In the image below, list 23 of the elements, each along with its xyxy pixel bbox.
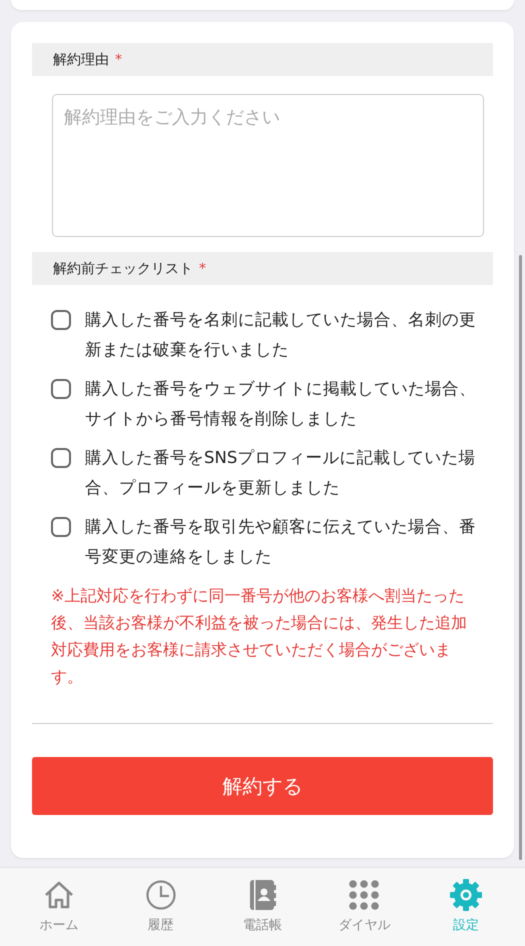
warning-note: ※上記対応を行わずに同一番号が他のお客様へ割当たった後、当該お客様が不利益を被った場合には、発生した追加対応費用をお客様に請求させていただく場合がございます。 bbox=[51, 585, 468, 688]
clock-icon bbox=[144, 878, 178, 912]
checklist-item-text: 購入した番号をウェブサイトに掲載していた場合、サイトから番号情報を削除しました bbox=[85, 378, 477, 430]
checkbox[interactable] bbox=[51, 310, 71, 330]
tab-bar-item[interactable]: 履歴 bbox=[120, 868, 201, 946]
checklist-item-text: 購入した番号をSNSプロフィールに記載していた場合、プロフィールを更新しました bbox=[85, 447, 476, 499]
tab-bar-item[interactable]: ダイヤル bbox=[324, 868, 404, 946]
tab-bar-item[interactable]: 電話帳 bbox=[222, 868, 302, 946]
required-mark: * bbox=[115, 52, 122, 68]
checkbox[interactable] bbox=[51, 379, 71, 399]
tab-bar-item[interactable]: ホーム bbox=[18, 868, 99, 946]
tab-bar-item[interactable]: 設定 bbox=[426, 868, 506, 946]
checkbox[interactable] bbox=[51, 448, 71, 468]
reason-input-field[interactable]: 解約理由をご入力ください bbox=[52, 94, 484, 237]
gear-icon bbox=[449, 878, 484, 912]
section-title: 解約前チェックリスト bbox=[53, 260, 193, 278]
required-mark: * bbox=[199, 260, 206, 276]
cancel-contract-button[interactable]: 解約する bbox=[32, 757, 493, 815]
checklist-item-text: 購入した番号を名刺に記載していた場合、名刺の更新または破棄を行いました bbox=[85, 309, 477, 361]
checkbox[interactable] bbox=[51, 517, 71, 537]
keypad-icon bbox=[347, 878, 382, 912]
section-title: 解約理由 bbox=[53, 50, 109, 68]
checklist-item-text: 購入した番号を取引先や顧客に伝えていた場合、番号変更の連絡をしました bbox=[85, 516, 477, 568]
